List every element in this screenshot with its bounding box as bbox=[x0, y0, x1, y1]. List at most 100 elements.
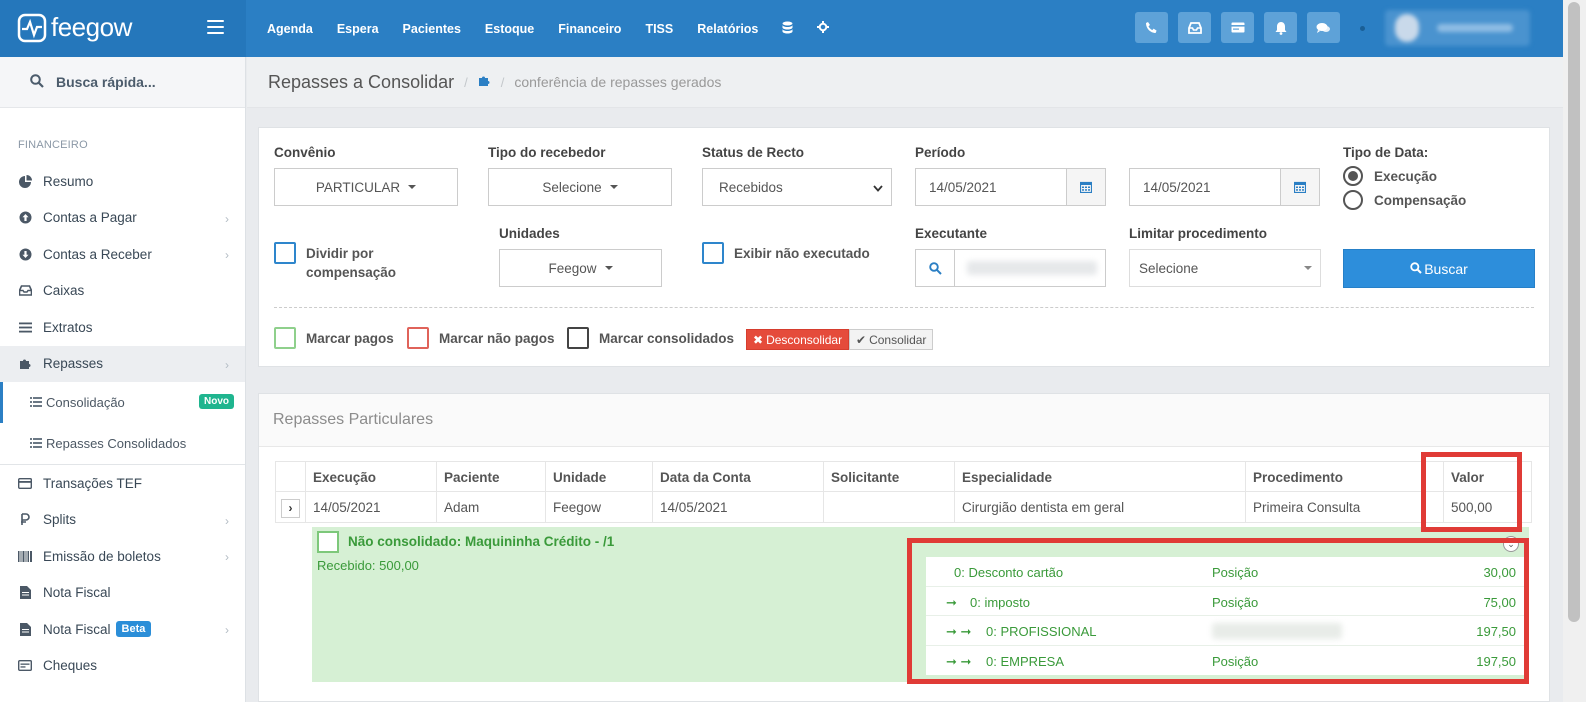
sidebar-item-contas-a-pagar[interactable]: Contas a Pagar › bbox=[0, 200, 245, 237]
repasse-status-title: Não consolidado: Maquininha Crédito - /1 bbox=[348, 534, 615, 549]
calendar-icon[interactable] bbox=[1280, 168, 1320, 206]
marcar-pagos-checkbox[interactable] bbox=[274, 327, 296, 349]
header-procedimento[interactable]: Procedimento bbox=[1245, 462, 1443, 493]
periodo-label: Período bbox=[915, 145, 966, 160]
nav-espera[interactable]: Espera bbox=[337, 22, 379, 36]
database-icon[interactable] bbox=[782, 21, 793, 37]
header-paciente[interactable]: Paciente bbox=[436, 462, 545, 493]
unidades-select[interactable]: Feegow bbox=[499, 249, 662, 287]
results-panel: Repasses Particulares Execução Paciente … bbox=[258, 393, 1550, 702]
header-valor[interactable]: Valor bbox=[1443, 462, 1532, 493]
logo-area: feegow bbox=[0, 0, 246, 57]
bell-icon[interactable] bbox=[1264, 12, 1297, 43]
header-especialidade[interactable]: Especialidade bbox=[954, 462, 1245, 493]
marcar-pagos-label: Marcar pagos bbox=[306, 331, 394, 346]
sidebar-item-cheques[interactable]: Cheques bbox=[0, 648, 245, 685]
scrollbar-thumb[interactable] bbox=[1568, 2, 1580, 622]
marcar-nao-pagos-checkbox[interactable] bbox=[407, 327, 429, 349]
user-menu-blurred[interactable] bbox=[1385, 10, 1530, 46]
split-type: Posição bbox=[1212, 653, 1259, 669]
nav-financeiro[interactable]: Financeiro bbox=[558, 22, 621, 36]
status-recto-select[interactable]: Recebidos bbox=[702, 168, 892, 206]
marcar-consolidados-checkbox[interactable] bbox=[567, 327, 589, 349]
radio-execucao[interactable] bbox=[1343, 166, 1363, 186]
vertical-scrollbar[interactable] bbox=[1563, 0, 1586, 702]
unidades-value: Feegow bbox=[548, 260, 597, 276]
periodo-end-input[interactable]: 14/05/2021 bbox=[1129, 168, 1281, 206]
radio-execucao-label: Execução bbox=[1374, 169, 1438, 184]
desconsolidar-label: Desconsolidar bbox=[766, 332, 843, 347]
chevron-right-icon[interactable]: › bbox=[281, 499, 300, 518]
sidebar-subitem-consolidacao[interactable]: Consolidação Novo bbox=[0, 382, 245, 423]
arrow-right-icon: ➞ ➞ bbox=[946, 653, 972, 669]
dividir-checkbox[interactable] bbox=[274, 242, 296, 264]
sidebar-item-splits[interactable]: Splits › bbox=[0, 502, 245, 539]
feegow-logo[interactable]: feegow bbox=[17, 12, 132, 43]
sidebar-item-label: Transações TEF bbox=[43, 475, 143, 491]
calendar-icon[interactable] bbox=[1066, 168, 1106, 206]
split-name: 0: Desconto cartão bbox=[954, 565, 1064, 580]
logo-text: feegow bbox=[51, 12, 132, 42]
nav-pacientes[interactable]: Pacientes bbox=[403, 22, 461, 36]
inbox-icon bbox=[18, 285, 32, 297]
puzzle-icon bbox=[18, 357, 32, 370]
periodo-start-input[interactable]: 14/05/2021 bbox=[915, 168, 1067, 206]
sidebar-item-caixas[interactable]: Caixas bbox=[0, 273, 245, 310]
sidebar-item-extratos[interactable]: Extratos bbox=[0, 309, 245, 346]
file-icon bbox=[18, 586, 32, 600]
repasse-checkbox[interactable] bbox=[317, 531, 339, 553]
sidebar-item-nota-fiscal[interactable]: Nota Fiscal bbox=[0, 575, 245, 612]
split-icon bbox=[18, 513, 32, 526]
phone-icon[interactable] bbox=[1135, 12, 1168, 43]
sidebar-item-contas-a-receber[interactable]: Contas a Receber › bbox=[0, 236, 245, 273]
barcode-icon bbox=[18, 550, 32, 562]
results-table: Execução Paciente Unidade Data da Conta … bbox=[275, 461, 1532, 523]
cell-execucao: 14/05/2021 bbox=[305, 492, 436, 523]
quick-search[interactable]: Busca rápida... bbox=[0, 57, 245, 108]
inbox-icon[interactable] bbox=[1178, 12, 1211, 43]
convenio-select[interactable]: PARTICULAR bbox=[274, 168, 458, 206]
sidebar-item-nota-fiscal-beta[interactable]: Nota Fiscal Beta › bbox=[0, 611, 245, 648]
limitar-label: Limitar procedimento bbox=[1129, 226, 1268, 241]
heartbeat-logo-icon bbox=[17, 13, 47, 42]
menu-toggle-icon[interactable] bbox=[207, 20, 224, 34]
search-icon[interactable] bbox=[915, 249, 955, 287]
periodo-end-value: 14/05/2021 bbox=[1143, 179, 1211, 195]
sidebar-item-resumo[interactable]: Resumo bbox=[0, 163, 245, 200]
desconsolidar-button[interactable]: ✖ Desconsolidar bbox=[746, 329, 850, 350]
nav-estoque[interactable]: Estoque bbox=[485, 22, 534, 36]
header-execucao[interactable]: Execução bbox=[305, 462, 436, 493]
consolidar-button[interactable]: ✔ Consolidar bbox=[849, 329, 934, 350]
sidebar-item-transacoes-tef[interactable]: Transações TEF bbox=[0, 465, 245, 502]
gear-icon[interactable] bbox=[817, 21, 830, 36]
executante-input[interactable] bbox=[954, 249, 1106, 287]
radio-compensacao[interactable] bbox=[1343, 190, 1363, 210]
repasse-detail-panel: Não consolidado: Maquininha Crédito - /1… bbox=[312, 527, 1529, 682]
sidebar-item-emissao-boletos[interactable]: Emissão de boletos › bbox=[0, 538, 245, 575]
sidebar-item-repasses[interactable]: Repasses › bbox=[0, 345, 245, 382]
sidebar-item-label: Splits bbox=[43, 512, 77, 528]
nav-tiss[interactable]: TISS bbox=[645, 22, 673, 36]
sidebar-subitem-repasses-consolidados[interactable]: Repasses Consolidados bbox=[0, 423, 245, 464]
exibir-nao-executado-checkbox[interactable] bbox=[702, 242, 724, 264]
limitar-select[interactable]: Selecione bbox=[1129, 249, 1321, 287]
chat-icon[interactable] bbox=[1307, 12, 1340, 43]
collapse-icon[interactable]: ⌄ bbox=[1503, 536, 1519, 552]
tipo-recebedor-select[interactable]: Selecione bbox=[488, 168, 672, 206]
nav-agenda[interactable]: Agenda bbox=[267, 22, 313, 36]
sidebar-item-label: Contas a Pagar bbox=[43, 210, 137, 226]
convenio-value: PARTICULAR bbox=[315, 179, 401, 195]
header-data-conta[interactable]: Data da Conta bbox=[652, 462, 823, 493]
split-row: ➞ ➞ 0: PROFISSIONAL 197,50 bbox=[926, 616, 1524, 646]
nav-relatorios[interactable]: Relatórios bbox=[697, 22, 758, 36]
breadcrumb-separator: / bbox=[500, 74, 505, 90]
header-solicitante[interactable]: Solicitante bbox=[823, 462, 954, 493]
buscar-button[interactable]: Buscar bbox=[1343, 249, 1535, 288]
pie-chart-icon bbox=[18, 174, 32, 188]
unidades-label: Unidades bbox=[499, 226, 560, 241]
header-unidade[interactable]: Unidade bbox=[545, 462, 652, 493]
sidebar: Busca rápida... FINANCEIRO Resumo Contas… bbox=[0, 57, 246, 702]
card-icon[interactable] bbox=[1221, 12, 1254, 43]
cell-procedimento: Primeira Consulta bbox=[1245, 492, 1443, 523]
puzzle-icon bbox=[478, 74, 491, 90]
